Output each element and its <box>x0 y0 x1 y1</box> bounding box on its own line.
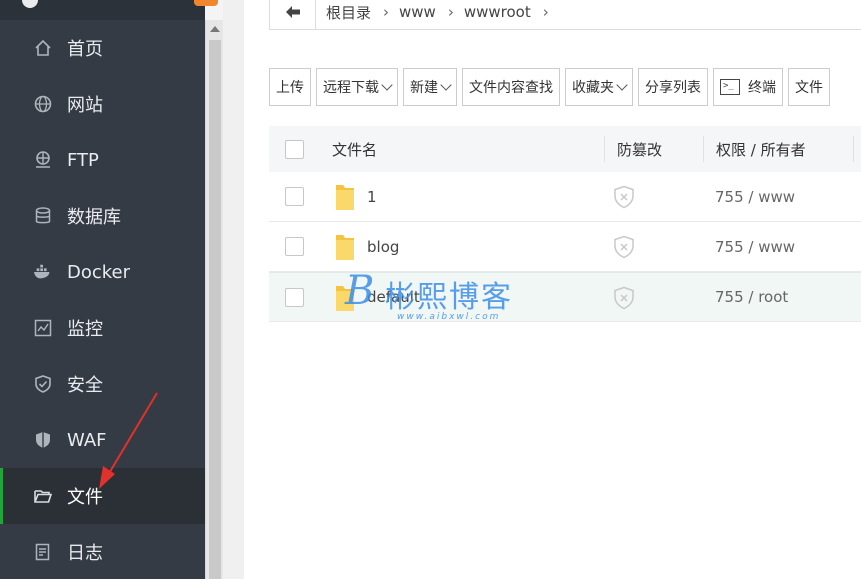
sidebar-item-label: 日志 <box>67 543 103 564</box>
sidebar-item-logs[interactable]: 日志 <box>0 524 205 579</box>
row-checkbox[interactable] <box>285 287 304 307</box>
sidebar-item-monitor[interactable]: 监控 <box>0 300 205 356</box>
file-name[interactable]: 1 <box>367 188 377 206</box>
sidebar-item-ftp[interactable]: FTP <box>0 132 205 188</box>
new-dropdown[interactable]: 新建 <box>403 68 457 106</box>
file-permission[interactable]: 755 / root <box>715 288 788 306</box>
file-name[interactable]: blog <box>367 238 399 256</box>
terminal-button[interactable]: >_ 终端 <box>713 68 783 106</box>
ftp-icon <box>33 150 53 170</box>
button-label: 上传 <box>276 80 304 96</box>
sidebar-item-label: 安全 <box>67 375 103 396</box>
chevron-right-icon: › <box>447 3 454 21</box>
folder-icon <box>336 185 354 210</box>
breadcrumb-www[interactable]: www <box>399 3 436 21</box>
sidebar-item-files[interactable]: 文件 <box>0 468 205 524</box>
breadcrumb-root[interactable]: 根目录 <box>326 2 371 23</box>
sidebar-item-database[interactable]: 数据库 <box>0 188 205 244</box>
chevron-right-icon: › <box>542 3 549 21</box>
table-header: 文件名 防篡改 权限 / 所有者 <box>269 126 861 172</box>
header-tamper: 防篡改 <box>617 140 663 159</box>
upload-button[interactable]: 上传 <box>269 68 311 106</box>
breadcrumb: 根目录 › www › wwwroot › <box>269 0 861 30</box>
sidebar-item-label: 监控 <box>67 319 103 340</box>
waf-shield-icon <box>33 430 53 450</box>
favorites-dropdown[interactable]: 收藏夹 <box>565 68 633 106</box>
sidebar-item-home[interactable]: 首页 <box>0 20 205 76</box>
file-manager: 根目录 › www › wwwroot › 上传 远程下载 新建 文件内容查找 … <box>244 0 861 579</box>
content-search-button[interactable]: 文件内容查找 <box>462 68 560 106</box>
sidebar-item-label: FTP <box>67 149 99 171</box>
monitor-icon <box>33 318 53 338</box>
file-table: 文件名 防篡改 权限 / 所有者 1 755 / www blog 755 / … <box>269 126 861 322</box>
logo-icon <box>22 0 38 8</box>
row-checkbox[interactable] <box>285 237 304 256</box>
tamper-shield-icon[interactable] <box>613 235 635 259</box>
header-name[interactable]: 文件名 <box>332 139 377 160</box>
share-list-button[interactable]: 分享列表 <box>638 68 708 106</box>
file-permission[interactable]: 755 / www <box>715 188 795 206</box>
database-icon <box>33 206 53 226</box>
row-checkbox[interactable] <box>285 187 304 206</box>
button-label: 文件内容查找 <box>469 80 553 96</box>
sidebar-item-label: Docker <box>67 261 131 283</box>
folder-open-icon <box>33 486 53 506</box>
button-label: 新建 <box>410 80 438 96</box>
folder-icon <box>336 235 354 260</box>
scroll-thumb[interactable] <box>209 40 221 579</box>
update-badge[interactable] <box>194 0 218 6</box>
home-icon <box>33 38 53 58</box>
sidebar-item-label: 首页 <box>67 39 103 60</box>
tamper-shield-icon[interactable] <box>613 286 635 310</box>
sidebar-item-label: 网站 <box>67 95 103 116</box>
column-divider <box>853 136 854 162</box>
docker-icon <box>33 262 53 282</box>
folder-icon <box>336 286 354 311</box>
log-icon <box>33 542 53 562</box>
sidebar-item-label: WAF <box>67 429 107 451</box>
table-row[interactable]: 1 755 / www <box>269 172 861 222</box>
button-label: 收藏夹 <box>572 80 614 96</box>
file-toolbar: 上传 远程下载 新建 文件内容查找 收藏夹 分享列表 >_ 终端 文件 <box>269 68 835 106</box>
arrow-left-icon <box>285 6 300 18</box>
sidebar-scrollbar[interactable] <box>205 20 223 579</box>
breadcrumb-wwwroot[interactable]: wwwroot <box>464 3 531 21</box>
file-more-button[interactable]: 文件 <box>788 68 830 106</box>
file-permission[interactable]: 755 / www <box>715 238 795 256</box>
button-label: 分享列表 <box>645 80 701 96</box>
sidebar: 首页 网站 FTP 数据库 Docker 监控 安全 WAF 文件 日志 <box>0 0 218 579</box>
chevron-right-icon: › <box>383 3 390 21</box>
sidebar-item-waf[interactable]: WAF <box>0 412 205 468</box>
scroll-up-arrow-icon[interactable] <box>210 26 220 32</box>
table-row[interactable]: default 755 / root <box>269 272 861 322</box>
sidebar-item-label: 文件 <box>67 487 103 508</box>
select-all-checkbox[interactable] <box>285 139 304 159</box>
chevron-down-icon <box>440 79 452 91</box>
chevron-down-icon <box>616 79 628 91</box>
tamper-shield-icon[interactable] <box>613 185 635 209</box>
button-label: 远程下载 <box>323 80 379 96</box>
content-gutter <box>223 0 244 579</box>
sidebar-item-security[interactable]: 安全 <box>0 356 205 412</box>
sidebar-item-label: 数据库 <box>67 207 121 228</box>
button-label: 终端 <box>748 80 776 96</box>
file-name[interactable]: default <box>367 288 420 306</box>
globe-icon <box>33 94 53 114</box>
button-label: 文件 <box>795 80 823 96</box>
sidebar-item-website[interactable]: 网站 <box>0 76 205 132</box>
chevron-down-icon <box>381 79 393 91</box>
back-button[interactable] <box>270 0 316 30</box>
terminal-icon: >_ <box>720 79 740 95</box>
column-divider <box>703 136 704 162</box>
header-permission: 权限 / 所有者 <box>716 140 806 159</box>
column-divider <box>604 136 605 162</box>
remote-download-dropdown[interactable]: 远程下载 <box>316 68 398 106</box>
sidebar-header <box>0 0 218 20</box>
table-row[interactable]: blog 755 / www <box>269 222 861 272</box>
shield-icon <box>33 374 53 394</box>
sidebar-item-docker[interactable]: Docker <box>0 244 205 300</box>
